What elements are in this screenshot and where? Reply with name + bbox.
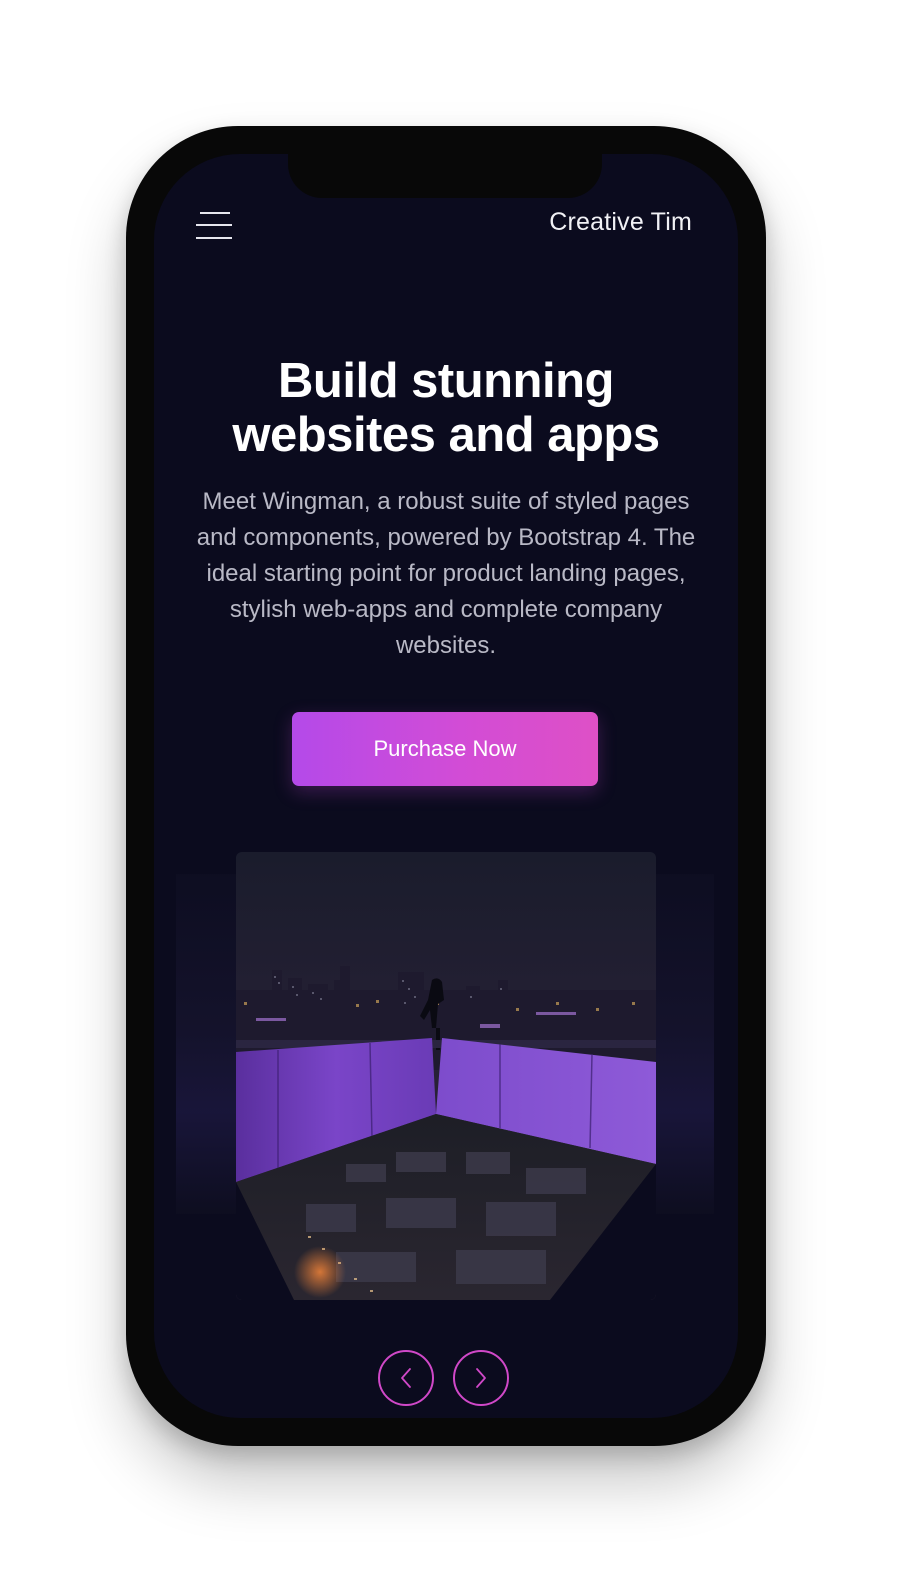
brand-name[interactable]: Creative Tim <box>549 208 692 237</box>
night-city-rooftop-photo <box>236 852 656 1300</box>
previous-slide-peek <box>176 874 236 1214</box>
carousel-prev-button[interactable] <box>378 1350 434 1406</box>
hamburger-menu-icon[interactable] <box>196 210 232 242</box>
hero-title-line-1: Build stunning <box>278 354 614 408</box>
phone-mockup: Creative Tim Build stunning websites and… <box>126 126 766 1446</box>
next-slide-peek <box>654 874 714 1214</box>
hero-description: Meet Wingman, a robust suite of styled p… <box>196 488 696 659</box>
carousel-next-button[interactable] <box>453 1350 509 1406</box>
hero-title-line-2: websites and apps <box>232 408 660 462</box>
purchase-now-button[interactable]: Purchase Now <box>292 712 598 786</box>
phone-screen: Creative Tim Build stunning websites and… <box>154 154 738 1418</box>
chevron-left-icon <box>401 1368 411 1388</box>
page: Creative Tim Build stunning websites and… <box>0 0 900 1587</box>
hero-title: Build stunning websites and apps <box>154 354 738 462</box>
phone-notch <box>288 154 602 198</box>
chevron-right-icon <box>476 1368 486 1388</box>
